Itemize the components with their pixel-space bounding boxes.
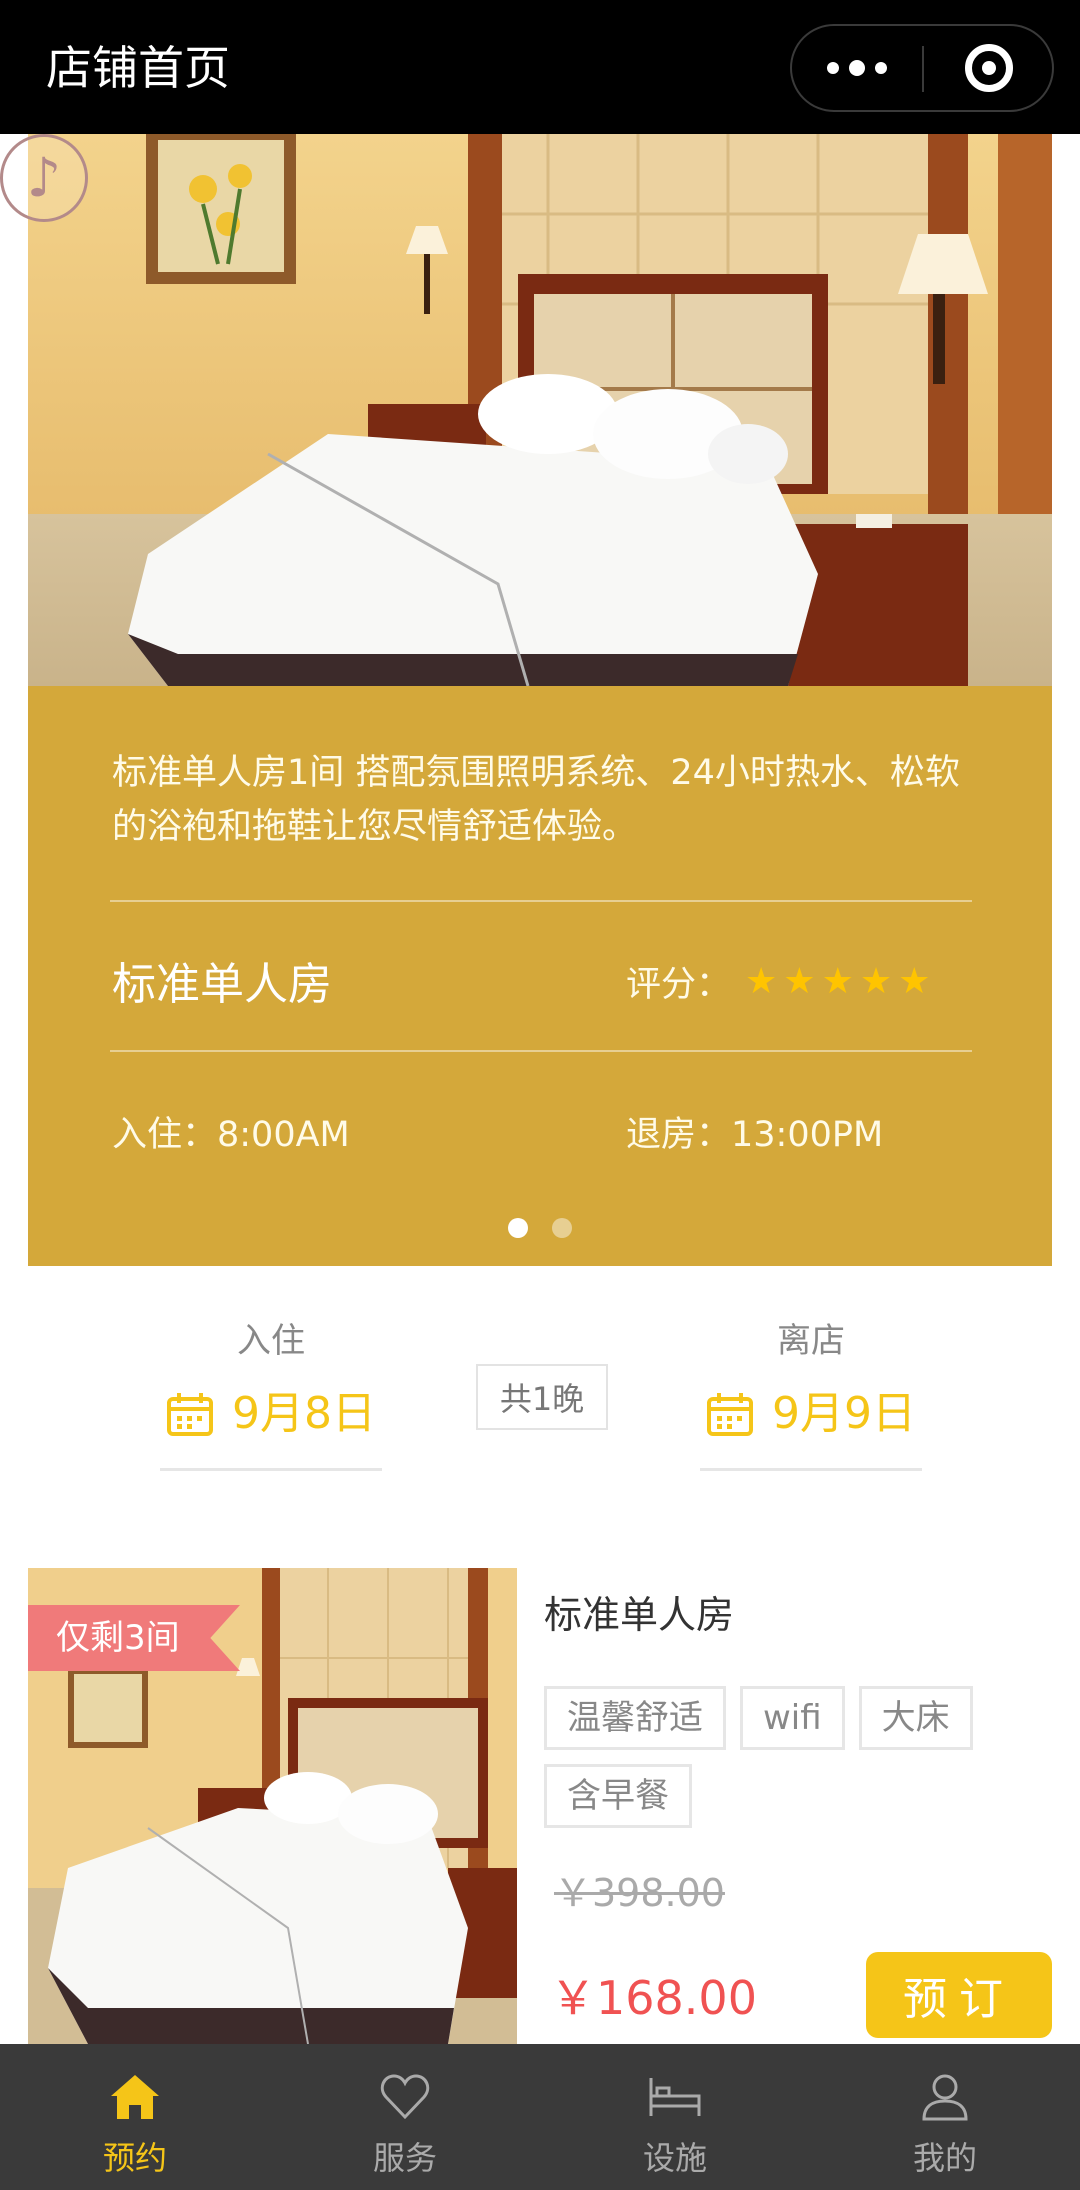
room-name: 标准单人房 — [112, 959, 332, 1010]
tab-mine[interactable]: 我的 — [810, 2044, 1080, 2190]
room-info-panel: 标准单人房1间 搭配氛围照明系统、24小时热水、松软的浴袍和拖鞋让您尽情舒适体验… — [28, 686, 1052, 1266]
top-bar: 店铺首页 — [0, 0, 1080, 134]
checkout-date[interactable]: 9月9日 — [696, 1386, 926, 1442]
checkout-date-picker[interactable]: 离店 9月9日 — [696, 1318, 926, 1471]
book-button[interactable]: 预订 — [866, 1952, 1052, 2038]
star-icon: ★ — [783, 960, 816, 1002]
room-tags: 温馨舒适 wifi 大床含早餐 — [544, 1686, 1004, 1842]
checkout-label: 离店 — [777, 1321, 845, 1361]
star-icon: ★ — [821, 960, 854, 1002]
carousel-dot[interactable] — [552, 1218, 572, 1238]
carousel-dots[interactable] — [508, 1218, 596, 1238]
tab-label: 我的 — [912, 2139, 977, 2177]
room-tag: 大床 — [858, 1686, 973, 1750]
checkin-label: 入住 — [237, 1321, 305, 1361]
home-icon — [111, 2075, 159, 2119]
room-tag: wifi — [740, 1686, 845, 1750]
tab-label: 预约 — [102, 2139, 167, 2177]
page-title: 店铺首页 — [46, 41, 230, 95]
divider — [110, 900, 972, 902]
room-tag: 温馨舒适 — [544, 1686, 726, 1750]
calendar-icon — [167, 1393, 213, 1436]
tab-facilities[interactable]: 设施 — [540, 2044, 810, 2190]
checkin-date-picker[interactable]: 入住 9月8日 — [156, 1318, 386, 1471]
underline — [160, 1468, 382, 1471]
hero-room-image — [28, 134, 1052, 686]
rating-label: 评分： — [626, 965, 732, 1005]
bottom-tab-bar: 预约 服务 设施 我的 — [0, 2044, 1080, 2190]
tab-reserve[interactable]: 预约 — [0, 2044, 270, 2190]
tab-label: 服务 — [372, 2139, 437, 2177]
checkin-time: 入住：8:00AM — [112, 1115, 350, 1155]
room-description: 标准单人房1间 搭配氛围照明系统、24小时热水、松软的浴袍和拖鞋让您尽情舒适体验… — [112, 753, 960, 847]
heart-icon — [380, 2074, 430, 2120]
room-card-title: 标准单人房 — [544, 1593, 735, 1637]
bed-icon — [649, 2078, 701, 2116]
star-icon: ★ — [745, 960, 778, 1002]
checkout-date-text: 9月9日 — [772, 1388, 916, 1439]
divider — [110, 1050, 972, 1052]
original-price: ￥398.00 — [554, 1871, 725, 1915]
room-tag: 含早餐 — [544, 1764, 692, 1828]
more-dots-icon[interactable] — [792, 26, 922, 110]
rating-stars: ★ ★ ★ ★ ★ — [745, 960, 936, 1002]
sale-price: ￥168.00 — [550, 1971, 757, 2025]
stock-badge: 仅剩3间 — [28, 1605, 240, 1671]
star-icon: ★ — [898, 960, 931, 1002]
rating: 评分： ★ ★ ★ ★ ★ — [626, 956, 936, 1007]
carousel-dot[interactable] — [508, 1218, 528, 1238]
tab-service[interactable]: 服务 — [270, 2044, 540, 2190]
target-close-icon[interactable] — [924, 26, 1054, 110]
checkout-time: 退房：13:00PM — [626, 1115, 884, 1155]
calendar-icon — [707, 1393, 753, 1436]
nights-count: 共1晚 — [476, 1364, 608, 1430]
star-icon: ★ — [859, 960, 893, 1002]
mini-program-capsule — [790, 24, 1054, 112]
music-note-icon[interactable]: ♪ — [0, 134, 88, 222]
user-icon — [922, 2074, 968, 2121]
checkin-date[interactable]: 9月8日 — [156, 1386, 386, 1442]
tab-label: 设施 — [642, 2139, 707, 2177]
underline — [700, 1468, 922, 1471]
checkin-date-text: 9月8日 — [232, 1388, 376, 1439]
